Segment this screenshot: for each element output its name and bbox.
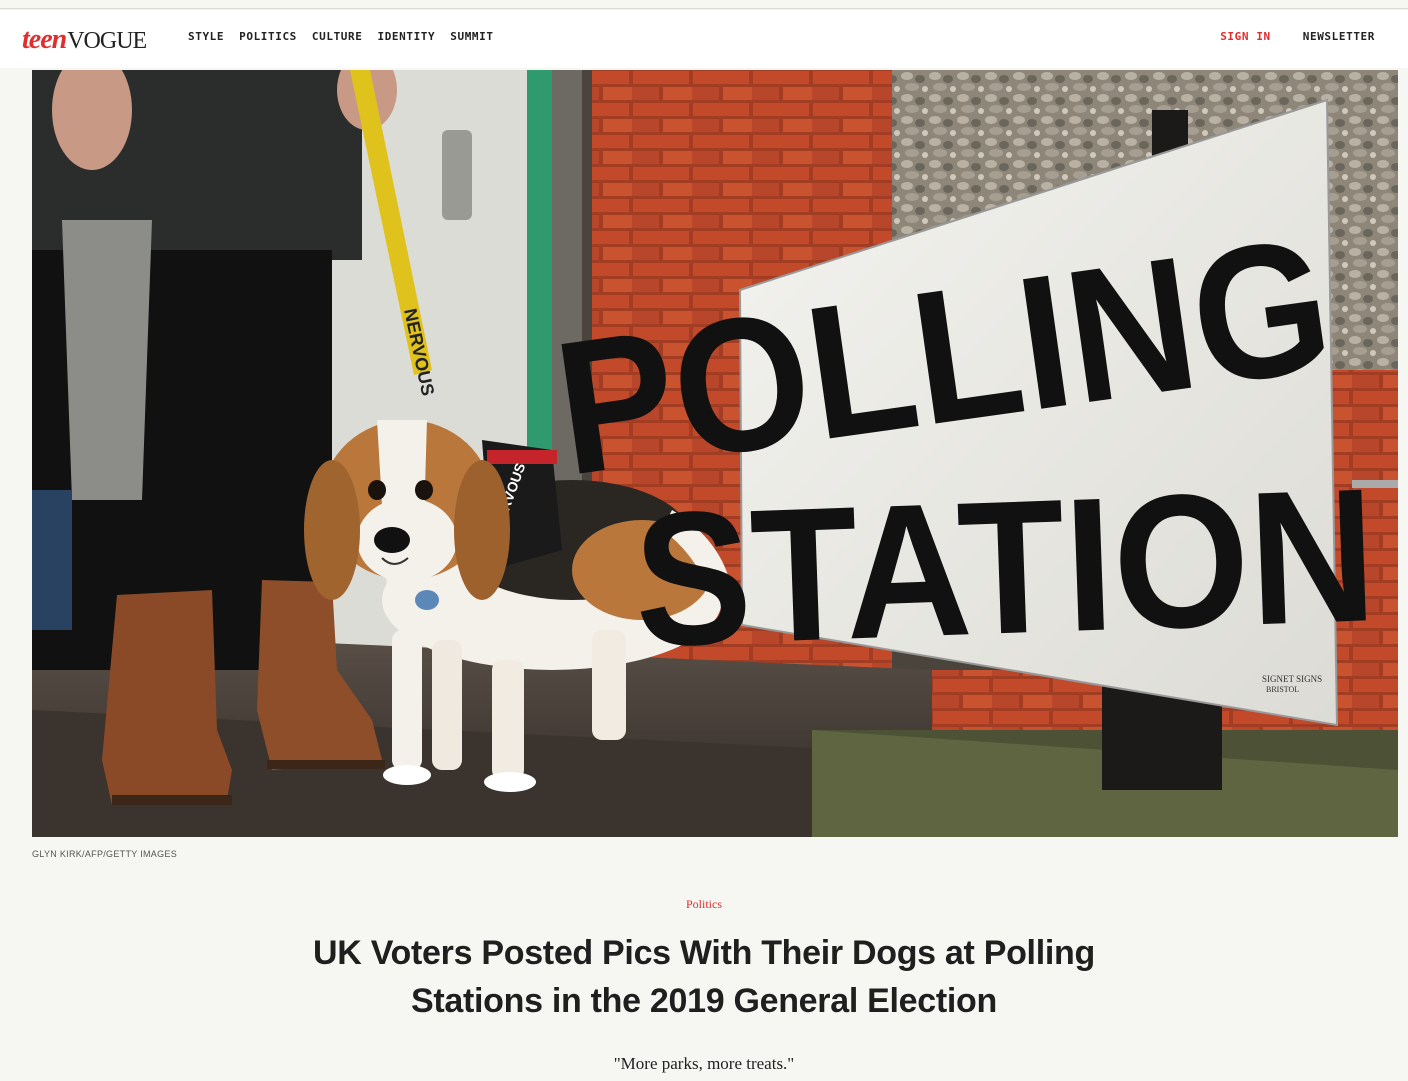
- logo-teen: teen: [22, 24, 67, 55]
- sign-line-station: STATION: [631, 448, 1379, 686]
- rubric-label[interactable]: Politics: [686, 897, 722, 911]
- site-header: teen VOGUE STYLE POLITICS CULTURE IDENTI…: [0, 10, 1408, 68]
- primary-nav: STYLE POLITICS CULTURE IDENTITY SUMMIT: [188, 30, 494, 43]
- article-dek: "More parks, more treats.": [613, 1054, 795, 1073]
- hero-image: NERVOUS NERVOUS POLLING STATION SIGNET S…: [32, 70, 1398, 837]
- sign-in-link[interactable]: SIGN IN: [1220, 30, 1271, 43]
- teen-vogue-logo[interactable]: teen VOGUE: [22, 24, 147, 55]
- section-rubric[interactable]: Politics: [0, 897, 1408, 912]
- nav-item-summit[interactable]: SUMMIT: [450, 30, 493, 43]
- nav-item-identity[interactable]: IDENTITY: [377, 30, 435, 43]
- headline-line-1: UK Voters Posted Pics With Their Dogs at…: [313, 934, 1095, 972]
- sign-maker-line1: SIGNET SIGNS: [1262, 674, 1322, 684]
- headline-line-2: Stations in the 2019 General Election: [411, 982, 997, 1020]
- browser-top-edge: [0, 0, 1408, 9]
- nav-item-politics[interactable]: POLITICS: [239, 30, 297, 43]
- article-headline: UK Voters Posted Pics With Their Dogs at…: [254, 929, 1154, 1025]
- nav-item-culture[interactable]: CULTURE: [312, 30, 363, 43]
- sign-maker-line2: BRISTOL: [1266, 685, 1299, 694]
- hero-illustration: NERVOUS NERVOUS POLLING STATION SIGNET S…: [32, 70, 1398, 837]
- nav-item-style[interactable]: STYLE: [188, 30, 224, 43]
- newsletter-link[interactable]: NEWSLETTER: [1303, 30, 1375, 43]
- photo-credit: GLYN KIRK/AFP/GETTY IMAGES: [32, 849, 177, 859]
- account-nav: SIGN IN NEWSLETTER: [1220, 30, 1375, 43]
- logo-vogue: VOGUE: [67, 28, 147, 54]
